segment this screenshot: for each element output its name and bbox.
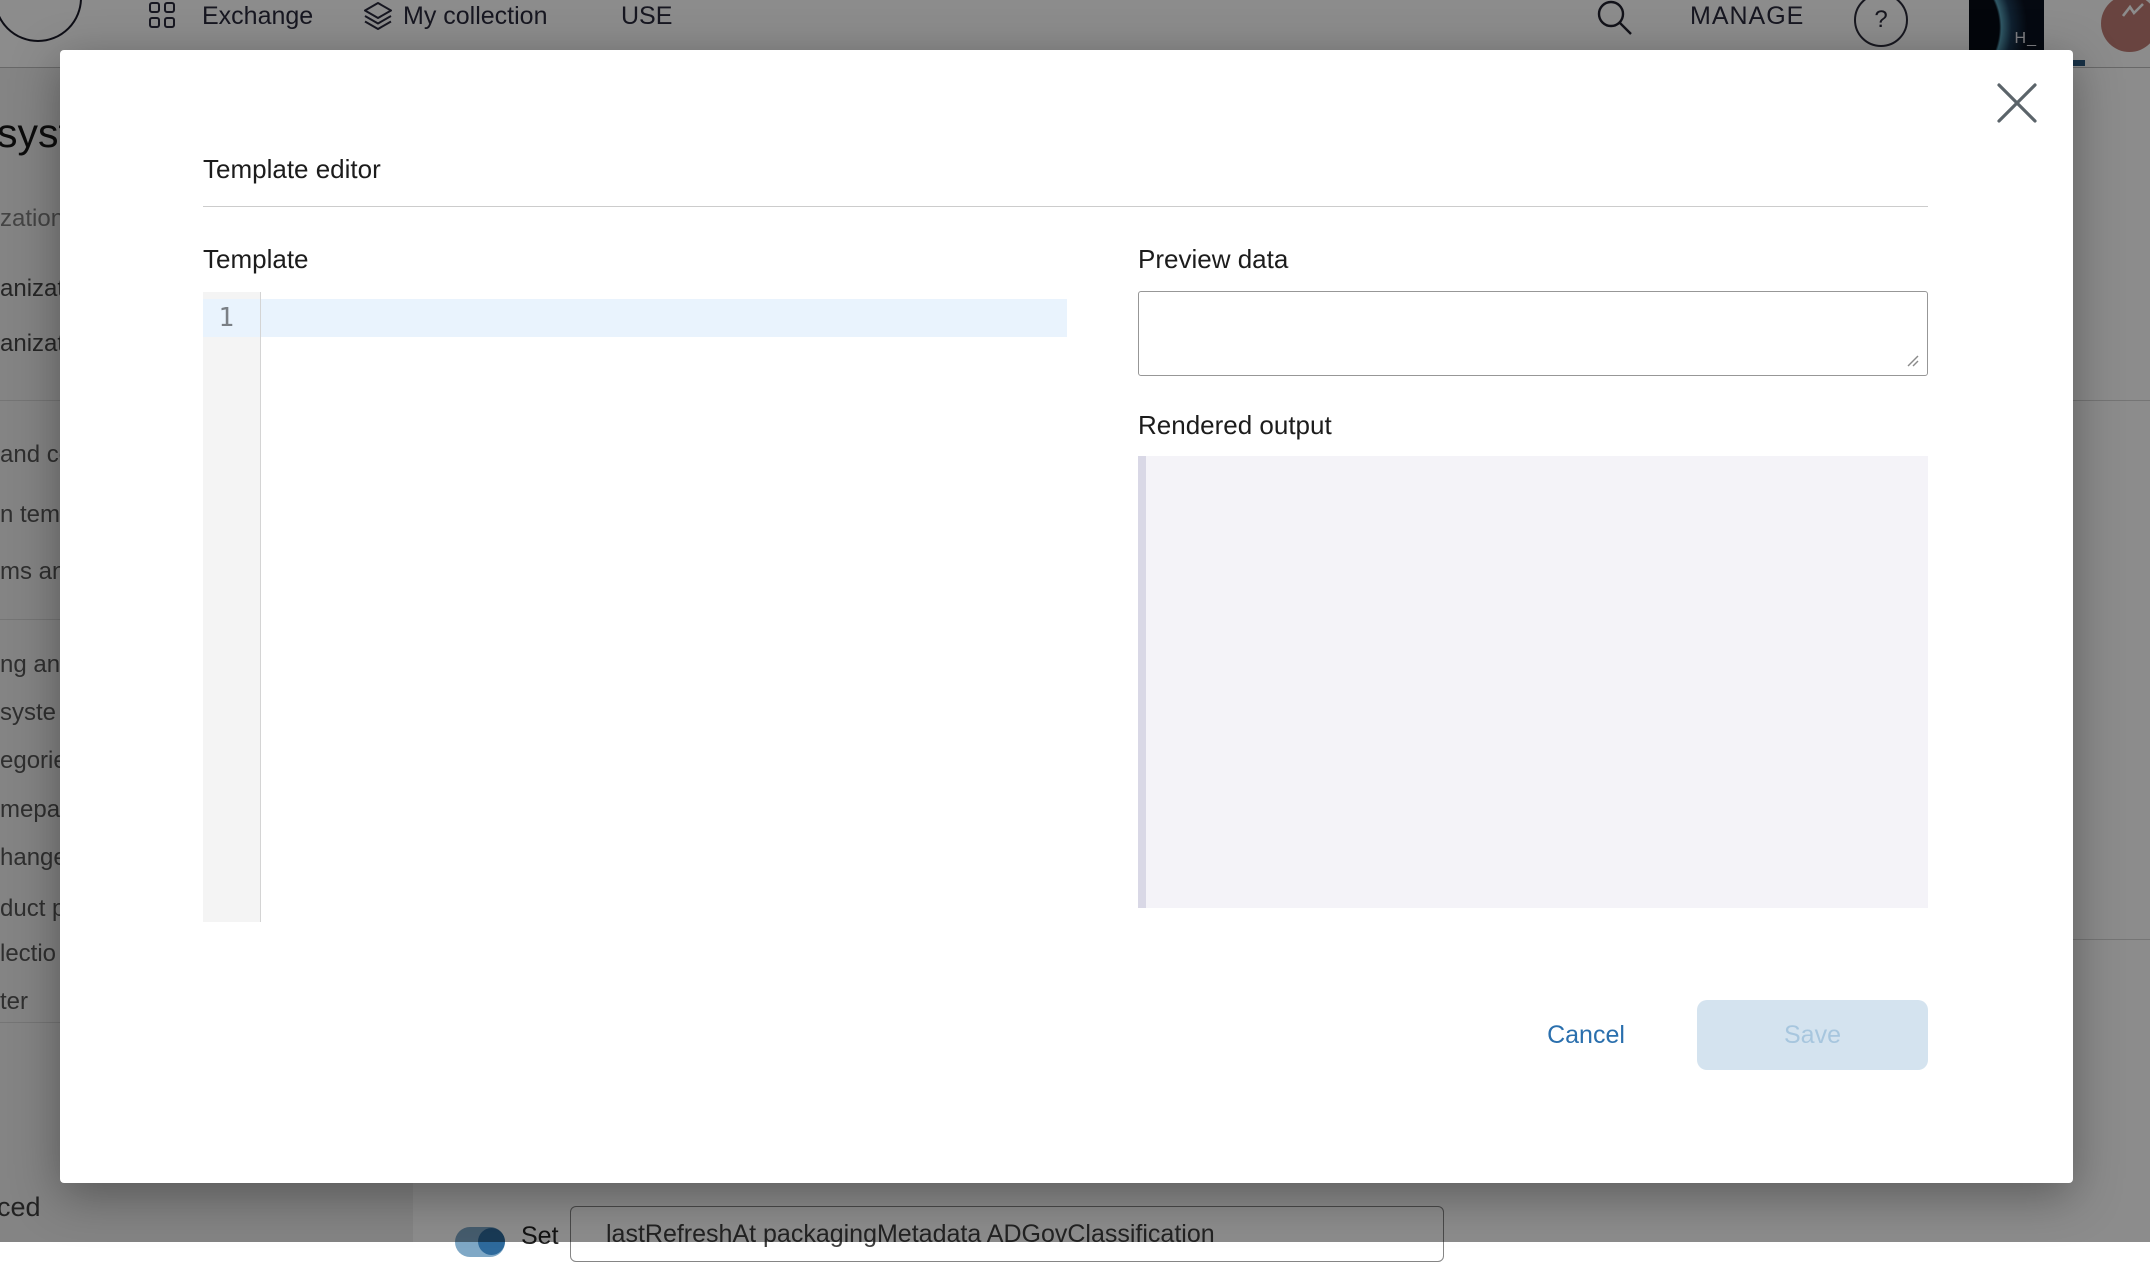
dialog-title: Template editor bbox=[203, 154, 381, 185]
template-editor-dialog: Template editor Template Preview data 1 … bbox=[60, 50, 2073, 1183]
save-button[interactable]: Save bbox=[1697, 1000, 1928, 1070]
rendered-output-label: Rendered output bbox=[1138, 410, 1332, 441]
rendered-output-panel bbox=[1138, 456, 1928, 908]
close-icon[interactable] bbox=[1994, 80, 2040, 126]
editor-gutter-border bbox=[260, 292, 261, 922]
rendered-output-accent-bar bbox=[1138, 456, 1146, 908]
editor-active-line bbox=[203, 299, 1067, 337]
editor-gutter bbox=[203, 292, 260, 922]
title-divider bbox=[203, 206, 1928, 207]
editor-line-number: 1 bbox=[203, 303, 234, 333]
cancel-button[interactable]: Cancel bbox=[1506, 1020, 1666, 1051]
preview-data-input[interactable] bbox=[1138, 291, 1928, 376]
template-label: Template bbox=[203, 244, 309, 275]
preview-data-label: Preview data bbox=[1138, 244, 1288, 275]
template-code-editor[interactable]: 1 bbox=[203, 292, 1067, 922]
